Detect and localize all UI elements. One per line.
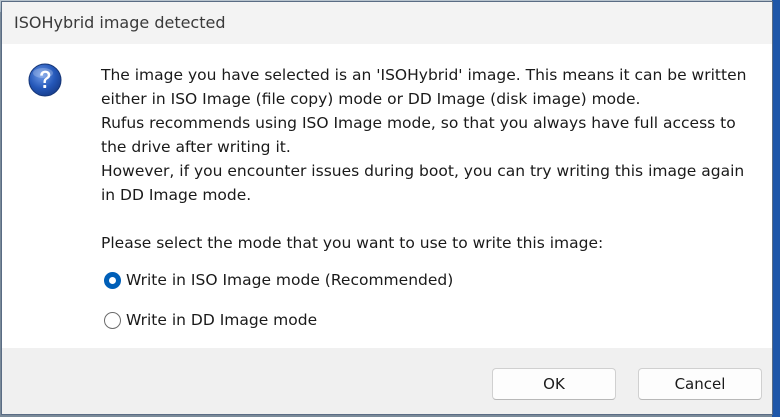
- question-icon: [28, 63, 62, 97]
- radio-iso-mode-label[interactable]: Write in ISO Image mode (Recommended): [126, 271, 453, 289]
- radio-selected-icon[interactable]: [104, 271, 121, 289]
- ok-button[interactable]: OK: [492, 368, 616, 400]
- radio-dd-mode[interactable]: Write in DD Image mode: [104, 308, 317, 332]
- radio-dd-mode-label[interactable]: Write in DD Image mode: [126, 311, 317, 329]
- title-bar[interactable]: ISOHybrid image detected: [2, 2, 772, 44]
- background-window-edge: [772, 0, 780, 417]
- radio-unselected-icon[interactable]: [104, 311, 121, 329]
- cancel-button[interactable]: Cancel: [638, 368, 762, 400]
- mode-prompt: Please select the mode that you want to …: [101, 234, 604, 252]
- message-line: The image you have selected is an 'ISOHy…: [101, 66, 747, 108]
- dialog-title: ISOHybrid image detected: [14, 13, 226, 32]
- radio-iso-mode[interactable]: Write in ISO Image mode (Recommended): [104, 268, 453, 292]
- message-line: Rufus recommends using ISO Image mode, s…: [101, 114, 736, 156]
- button-bar: OK Cancel: [2, 348, 772, 414]
- dialog-message: The image you have selected is an 'ISOHy…: [101, 63, 761, 207]
- isohybrid-dialog: ISOHybrid image detected The image you h…: [1, 1, 773, 415]
- dialog-content: The image you have selected is an 'ISOHy…: [2, 44, 772, 348]
- message-line: However, if you encounter issues during …: [101, 162, 745, 204]
